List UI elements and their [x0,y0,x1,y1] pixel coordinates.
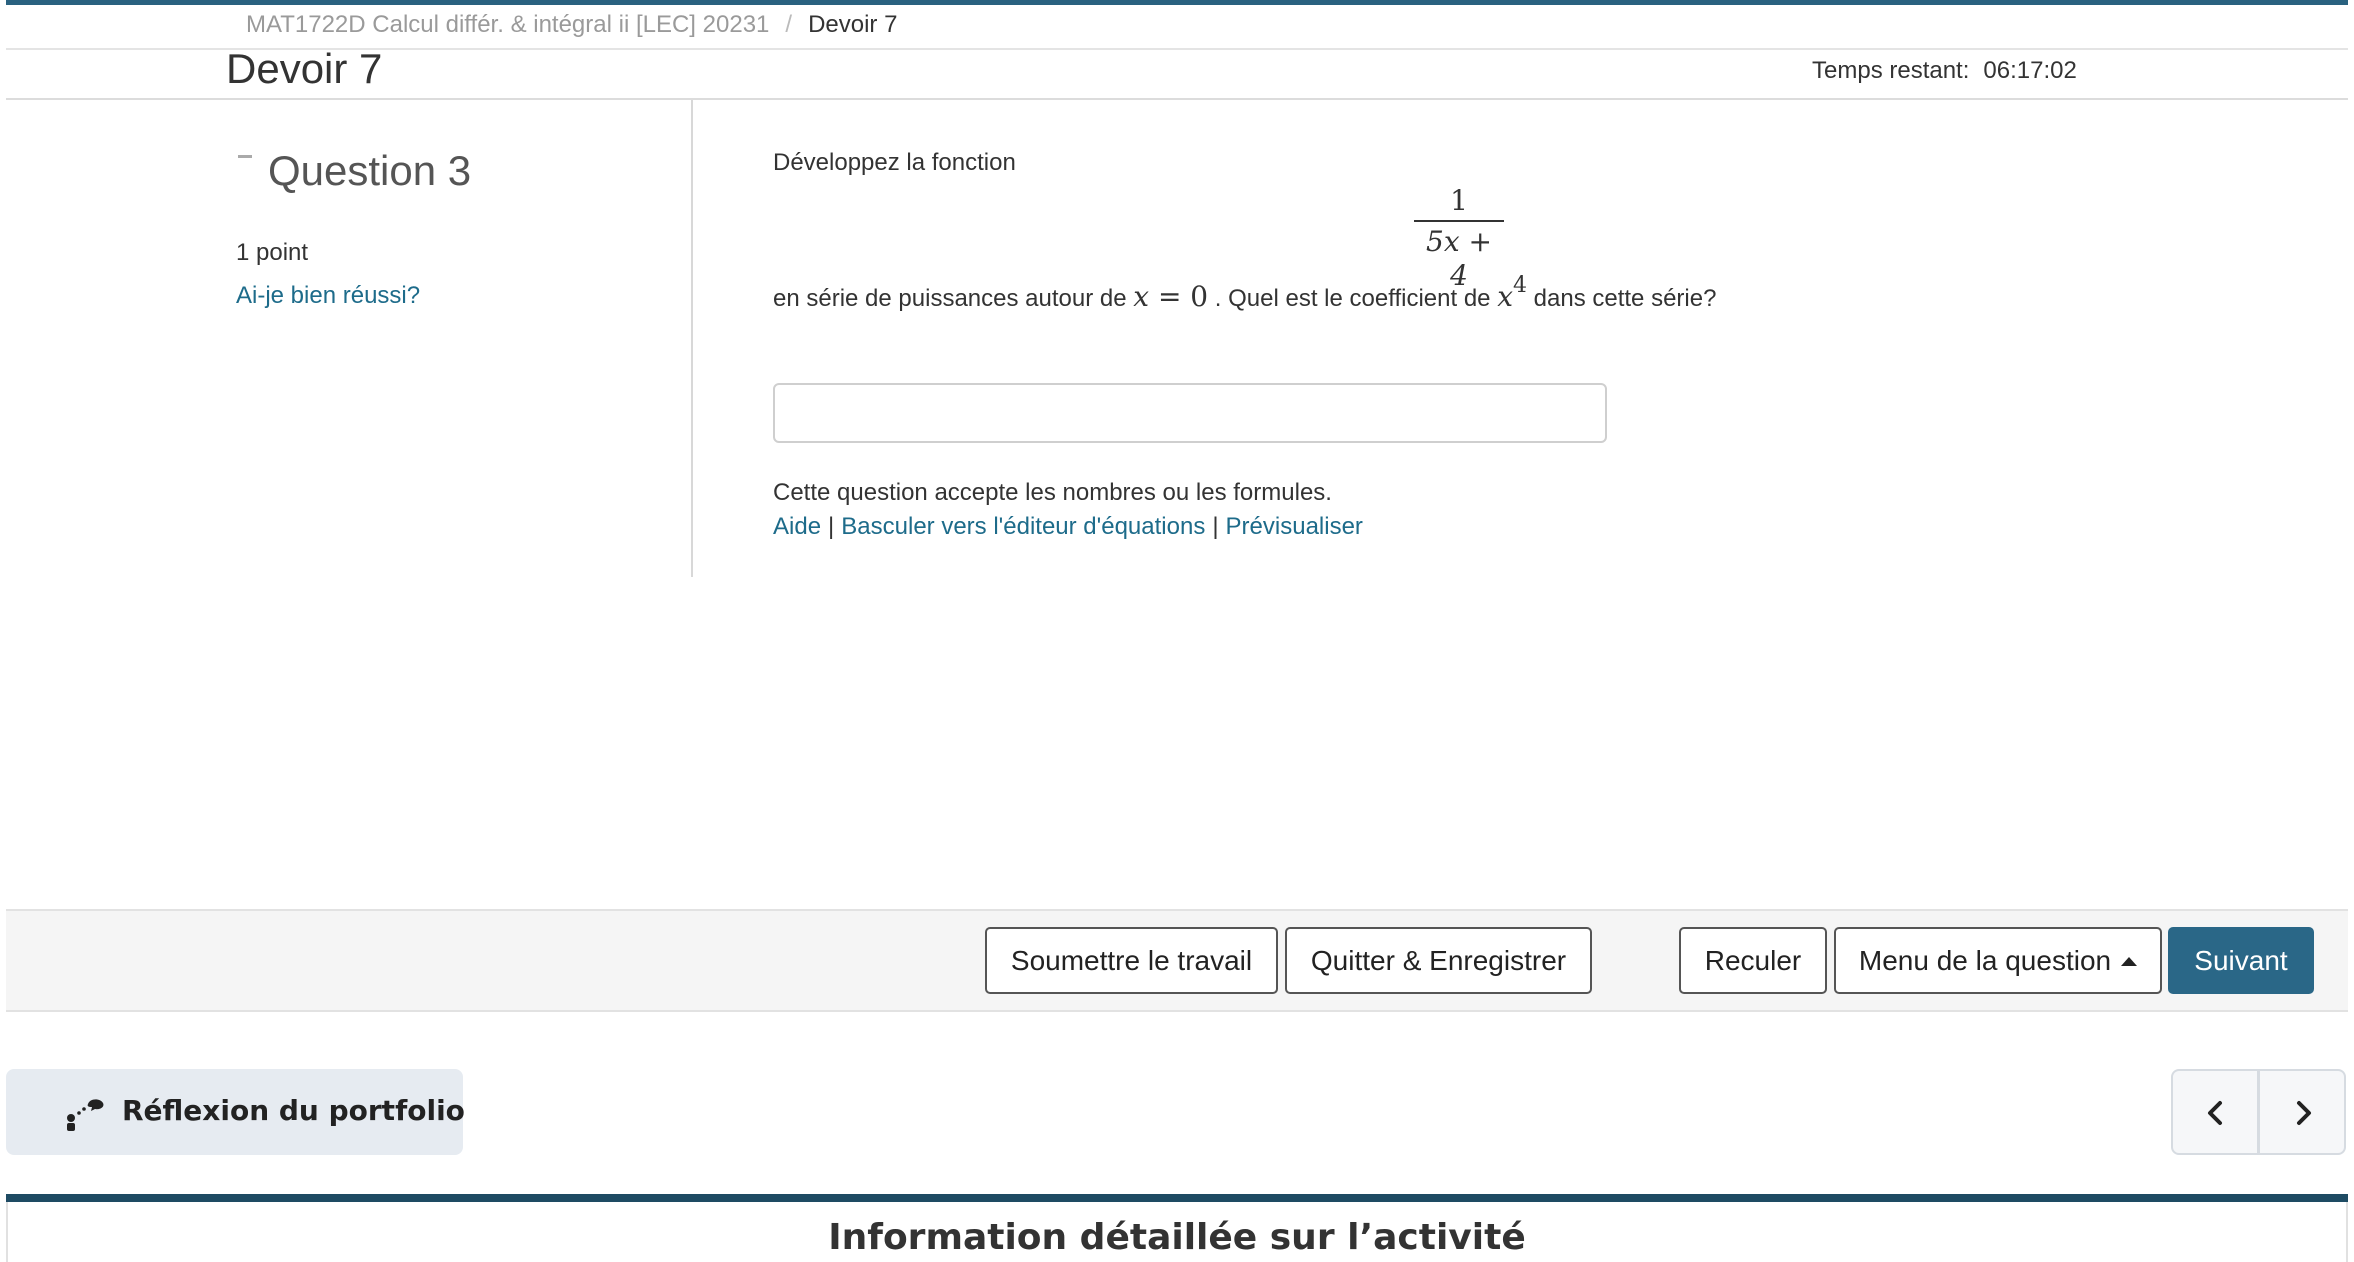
timer-value: 06:17:02 [1983,57,2077,84]
breadcrumb: MAT1722D Calcul différ. & intégral ii [L… [246,10,897,40]
breadcrumb-current: Devoir 7 [808,11,898,38]
question-text-part3: dans cette série? [1533,285,1717,312]
question-menu-button[interactable]: Menu de la question [1834,927,2162,994]
answer-input[interactable] [773,383,1607,443]
caret-up-icon [2121,957,2138,966]
preview-link[interactable]: Prévisualiser [1226,513,1363,540]
chevron-left-icon [2208,1101,2222,1125]
self-check-link[interactable]: Ai-je bien réussi? [236,281,420,311]
top-accent-bar [6,0,2348,5]
fraction-numerator: 1 [1450,184,1468,217]
question-body: en série de puissances autour de x = 0 .… [773,266,1716,319]
question-text-part1: en série de puissances autour de [773,285,1127,312]
portfolio-reflection-label: Réflexion du portfolio [122,1094,465,1127]
activity-info-bar [6,1194,2348,1202]
fraction-bar [1414,220,1504,222]
math-power-term: x4 [1497,273,1527,313]
submit-work-button[interactable]: Soumettre le travail [985,927,1278,994]
chevron-right-icon [2297,1101,2311,1125]
activity-info-heading: Information détaillée sur l’activité [828,1217,1526,1258]
previous-page-button[interactable] [2171,1069,2259,1155]
question-intro: Développez la fonction [773,149,1016,176]
next-page-button[interactable] [2258,1069,2346,1155]
link-separator: | [1212,513,1219,540]
collapse-question-toggle[interactable] [238,155,252,158]
link-separator: | [828,513,835,540]
page-title: Devoir 7 [226,45,383,92]
breadcrumb-course-link[interactable]: MAT1722D Calcul différ. & intégral ii [L… [246,11,769,38]
accept-note: Cette question accepte les nombres ou le… [773,479,1332,506]
header-divider [6,98,2348,100]
question-points: 1 point [236,239,309,266]
question-title: Question 3 [268,147,472,194]
help-link[interactable]: Aide [773,513,821,540]
panel-divider [691,100,693,577]
next-button[interactable]: Suivant [2168,927,2314,994]
help-links: Aide | Basculer vers l'éditeur d'équations… [773,512,1363,542]
breadcrumb-separator: / [785,11,793,38]
back-button[interactable]: Reculer [1679,927,1827,994]
timer-label: Temps restant: [1812,57,1970,84]
quit-save-button[interactable]: Quitter & Enregistrer [1285,927,1592,994]
question-text-part2: . Quel est le coefficient de [1214,285,1491,312]
question-menu-label: Menu de la question [1858,945,2112,976]
pager [2171,1069,2346,1155]
time-remaining: Temps restant: 06:17:02 [1812,56,2077,86]
math-expansion-point: x = 0 [1133,280,1209,313]
equation-editor-link[interactable]: Basculer vers l'éditeur d'équations [841,513,1205,540]
portfolio-reflection-icon [67,1099,104,1131]
